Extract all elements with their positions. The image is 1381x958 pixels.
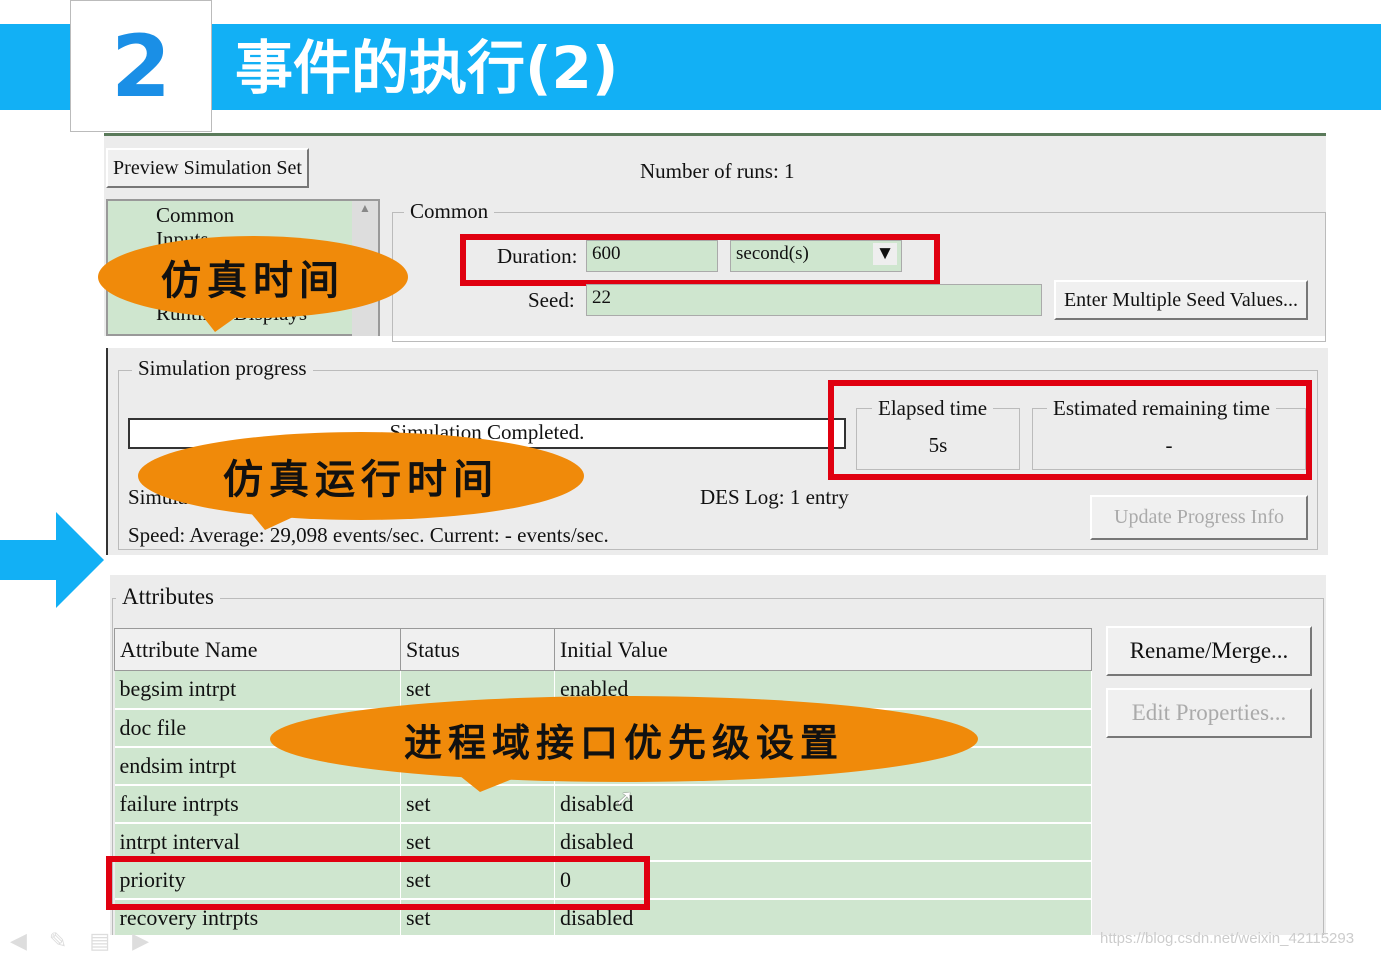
slide-nav-icons[interactable]: ◀✎▤▶: [10, 928, 171, 954]
watermark: https://blog.csdn.net/weixin_42115293: [1100, 930, 1355, 947]
mouse-cursor-icon: ➚: [615, 785, 634, 810]
callout-simulation-run-time: 仿真运行时间: [138, 432, 584, 520]
callout-priority-setting: 进程域接口优先级设置: [270, 696, 978, 782]
callout-simulation-time: 仿真时间: [98, 236, 408, 318]
